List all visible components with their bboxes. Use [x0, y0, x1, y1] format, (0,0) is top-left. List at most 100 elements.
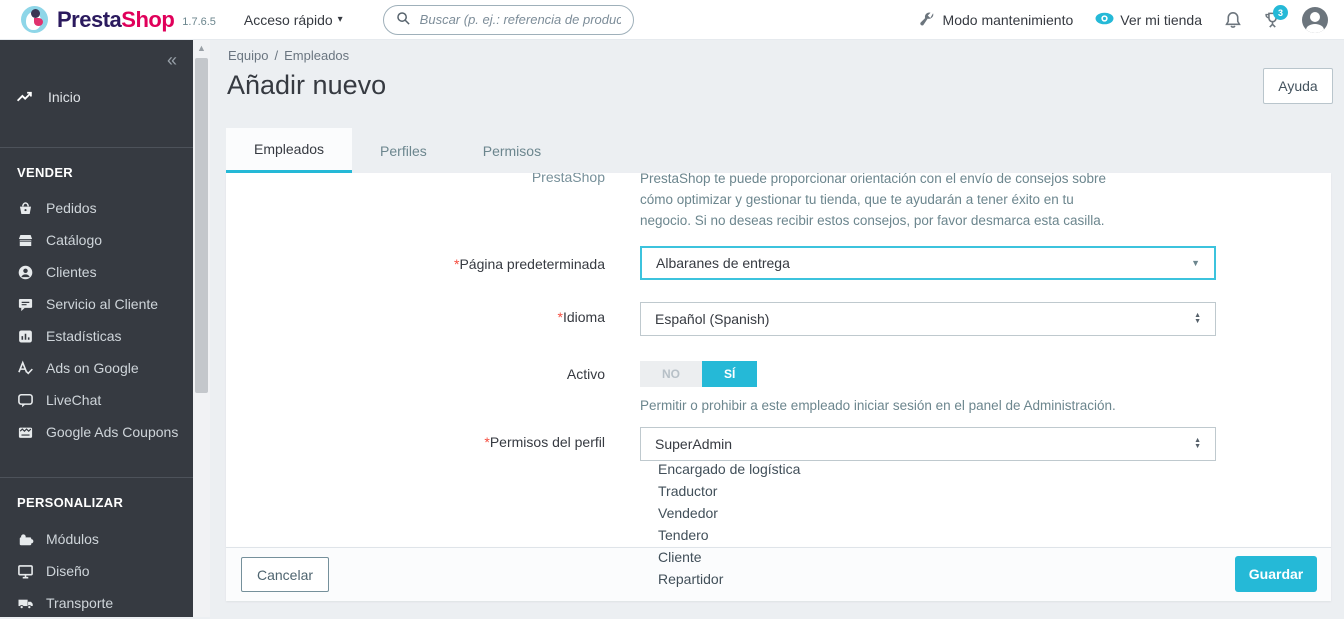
help-button[interactable]: Ayuda: [1263, 68, 1333, 104]
global-search[interactable]: [382, 4, 634, 35]
select-arrows-icon: ▲ ▼: [1194, 437, 1201, 450]
scrollbar-thumb[interactable]: [195, 58, 208, 393]
profile-label: *Permisos del perfil: [484, 434, 605, 450]
profile-button[interactable]: [1302, 6, 1328, 33]
profile-options-dropdown: Encargado de logística Traductor Vendedo…: [658, 458, 800, 590]
bar-chart-icon: [17, 328, 34, 345]
view-shop-link[interactable]: Ver mi tienda: [1095, 11, 1202, 28]
sidebar-item-catalogo[interactable]: Catálogo: [0, 224, 193, 256]
active-help-text: Permitir o prohibir a este empleado inic…: [640, 398, 1116, 413]
sidebar-item-servicio[interactable]: Servicio al Cliente: [0, 288, 193, 320]
chat-icon: [17, 296, 34, 313]
wrench-icon: [918, 11, 935, 28]
active-toggle: NO SÍ: [640, 361, 758, 387]
sidebar-item-label: Pedidos: [46, 200, 97, 216]
prestashop-logo[interactable]: PrestaShop 1.7.6.5: [0, 6, 216, 33]
customer-icon: [17, 264, 34, 281]
bell-icon: [1224, 11, 1241, 28]
monitor-icon: [17, 563, 34, 580]
sidebar-collapse-button[interactable]: «: [167, 50, 177, 71]
profile-option[interactable]: Tendero: [658, 524, 800, 546]
sidebar-item-diseno[interactable]: Diseño: [0, 555, 193, 587]
brand-wordmark: PrestaShop: [57, 6, 175, 32]
chevron-down-icon: ▼: [1191, 258, 1200, 268]
sidebar: « Inicio VENDER Pedidos Catálogo Cliente…: [0, 40, 193, 617]
sidebar-item-livechat[interactable]: LiveChat: [0, 384, 193, 416]
puzzle-icon: [17, 531, 34, 548]
sidebar-item-ads-on-google[interactable]: Ads on Google: [0, 352, 193, 384]
notifications-button[interactable]: [1224, 11, 1241, 28]
sidebar-item-label: Google Ads Coupons: [46, 424, 179, 440]
maintenance-mode-label: Modo mantenimiento: [942, 11, 1074, 28]
sidebar-item-label: LiveChat: [46, 392, 102, 408]
prestashop-logo-icon: [21, 6, 48, 33]
sidebar-group-vender: Pedidos Catálogo Clientes Servicio al Cl…: [0, 192, 193, 448]
sidebar-item-label: Módulos: [46, 531, 99, 547]
select-arrows-icon: ▲ ▼: [1194, 312, 1201, 325]
default-page-value: Albaranes de entrega: [656, 255, 790, 271]
avatar-icon: [1302, 6, 1328, 33]
language-label: *Idioma: [557, 309, 605, 325]
content-scrollbar[interactable]: ▲: [193, 40, 210, 617]
sidebar-item-label: Servicio al Cliente: [46, 296, 159, 312]
sidebar-item-estadisticas[interactable]: Estadísticas: [0, 320, 193, 352]
quick-access-label: Acceso rápido: [243, 11, 333, 28]
profile-option[interactable]: Traductor: [658, 480, 800, 502]
achievements-button[interactable]: 3: [1263, 5, 1288, 28]
tab-perfiles[interactable]: Perfiles: [352, 128, 455, 173]
scrollbar-up-arrow[interactable]: ▲: [193, 43, 210, 53]
breadcrumb-separator: /: [274, 48, 279, 63]
default-page-label: *Página predeterminada: [454, 256, 605, 272]
profile-option[interactable]: Vendedor: [658, 502, 800, 524]
sidebar-item-transporte[interactable]: Transporte: [0, 587, 193, 619]
active-toggle-no[interactable]: NO: [640, 361, 702, 387]
main-content: Equipo / Empleados Añadir nuevo Ayuda Empl…: [210, 40, 1344, 617]
cancel-button[interactable]: Cancelar: [241, 557, 329, 592]
eye-icon: [1095, 11, 1114, 28]
google-ads-icon: [17, 360, 34, 377]
quick-access-dropdown[interactable]: Acceso rápido ▾: [244, 12, 343, 28]
profile-select[interactable]: SuperAdmin ▲ ▼: [640, 427, 1216, 461]
sidebar-item-label: Transporte: [46, 595, 114, 611]
sidebar-item-label: Inicio: [48, 88, 81, 105]
speech-bubble-icon: [17, 392, 34, 409]
view-shop-label: Ver mi tienda: [1120, 11, 1202, 28]
breadcrumb-empleados[interactable]: Empleados: [284, 48, 349, 63]
active-toggle-yes[interactable]: SÍ: [702, 361, 758, 387]
sidebar-item-pedidos[interactable]: Pedidos: [0, 192, 193, 224]
search-input[interactable]: [419, 12, 621, 27]
breadcrumb: Equipo / Empleados: [228, 48, 349, 63]
notification-badge: 3: [1273, 5, 1288, 20]
search-icon: [396, 11, 413, 28]
version-label: 1.7.6.5: [182, 16, 216, 28]
sidebar-item-google-ads-coupons[interactable]: Google Ads Coupons: [0, 416, 193, 448]
tab-permisos[interactable]: Permisos: [455, 128, 569, 173]
basket-icon: [17, 200, 34, 217]
trending-up-icon: [16, 88, 33, 105]
truck-icon: [17, 595, 34, 612]
sidebar-item-clientes[interactable]: Clientes: [0, 256, 193, 288]
prestashop-admin: PrestaShop 1.7.6.5 Acceso rápido ▾ Modo …: [0, 0, 1344, 617]
prestashop-row-label: PrestaShop: [531, 173, 605, 185]
tab-empleados[interactable]: Empleados: [226, 128, 353, 173]
sidebar-section-vender: VENDER: [17, 165, 73, 180]
sidebar-item-inicio[interactable]: Inicio: [16, 88, 81, 105]
sidebar-item-label: Catálogo: [46, 232, 103, 248]
sidebar-item-modulos[interactable]: Módulos: [0, 523, 193, 555]
sidebar-divider: [0, 147, 193, 148]
sidebar-group-personalizar: Módulos Diseño Transporte: [0, 523, 193, 619]
language-select[interactable]: Español (Spanish) ▲ ▼: [640, 302, 1216, 336]
default-page-select[interactable]: Albaranes de entrega ▼: [640, 246, 1216, 280]
active-label: Activo: [566, 366, 605, 382]
profile-option[interactable]: Encargado de logística: [658, 458, 800, 480]
coupon-icon: [17, 424, 34, 441]
profile-option[interactable]: Repartidor: [658, 568, 800, 590]
language-value: Español (Spanish): [655, 311, 770, 327]
top-bar: PrestaShop 1.7.6.5 Acceso rápido ▾ Modo …: [0, 0, 1344, 40]
tab-bar: Empleados Perfiles Permisos: [226, 128, 569, 173]
breadcrumb-equipo[interactable]: Equipo: [228, 48, 268, 63]
maintenance-mode-link[interactable]: Modo mantenimiento: [918, 11, 1074, 28]
save-button[interactable]: Guardar: [1235, 556, 1317, 592]
profile-option[interactable]: Cliente: [658, 546, 800, 568]
profile-selected-value: SuperAdmin: [655, 436, 733, 452]
